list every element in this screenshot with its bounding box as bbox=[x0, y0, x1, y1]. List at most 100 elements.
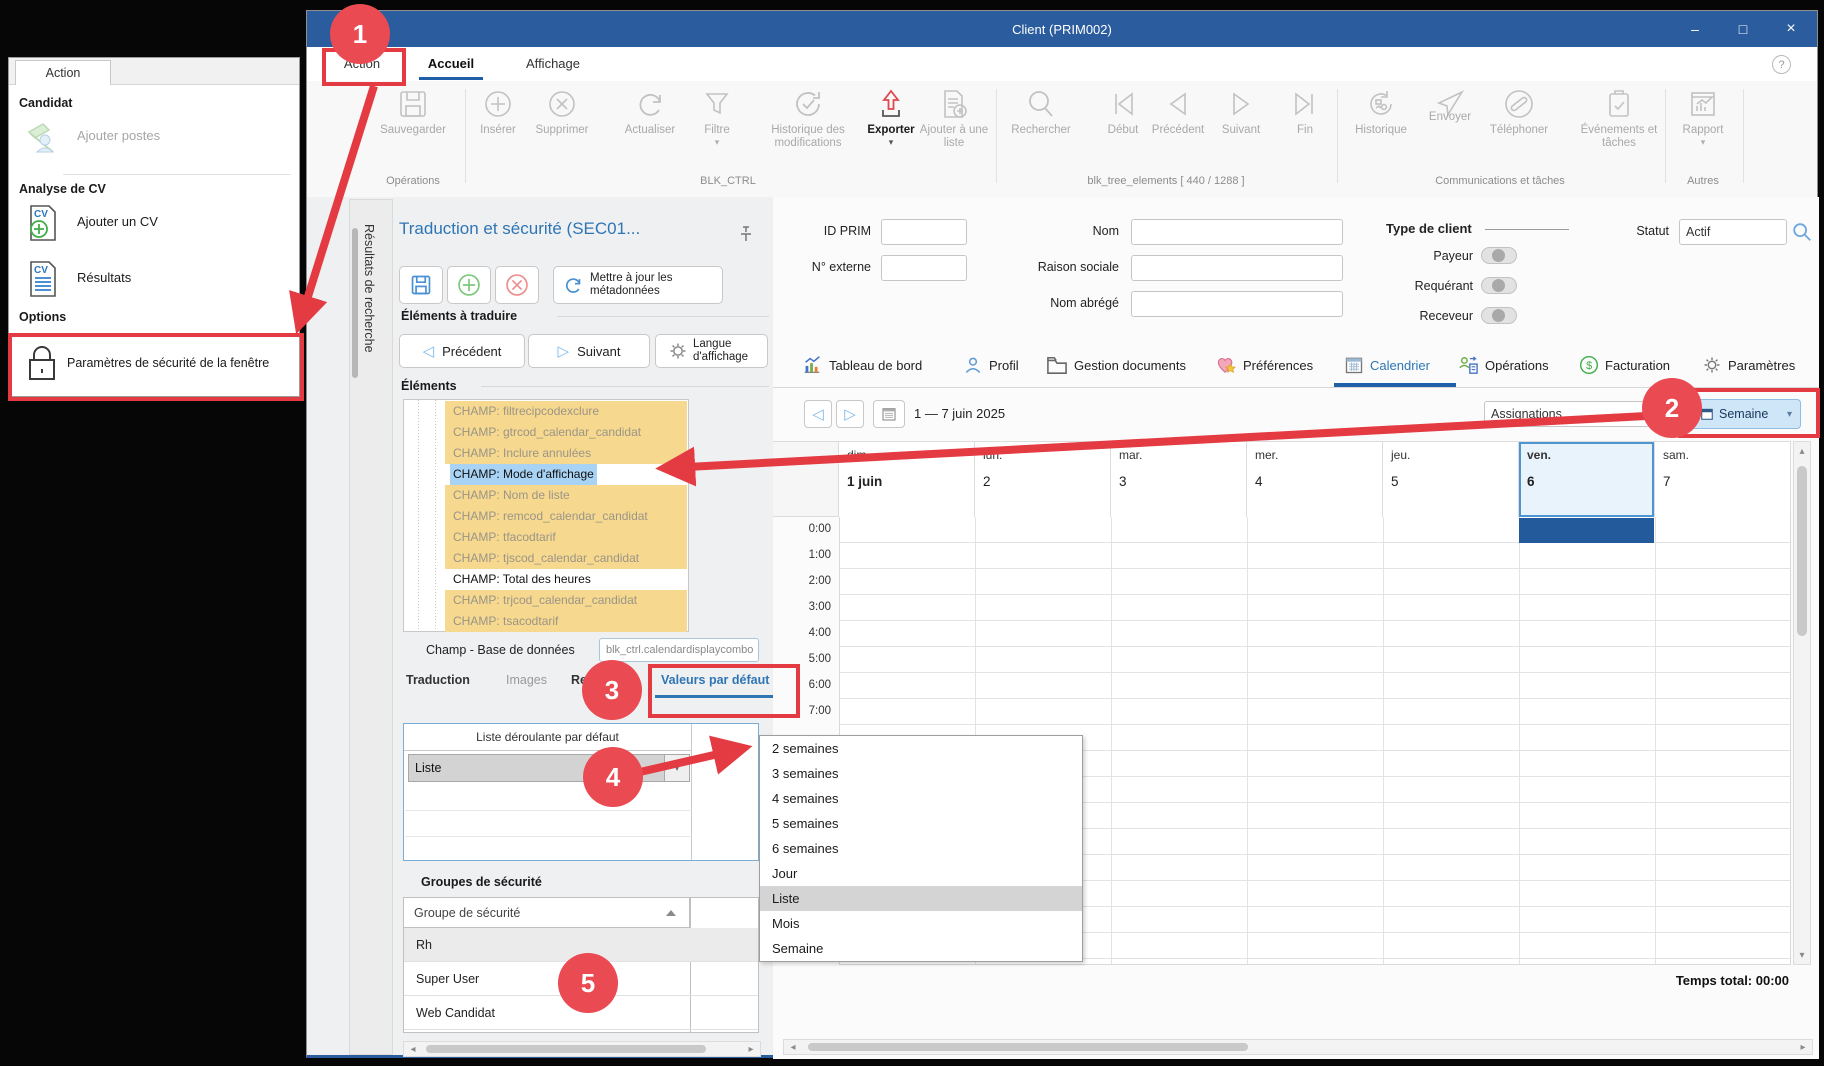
day-header[interactable]: mar.3 bbox=[1111, 441, 1247, 517]
requerant-toggle[interactable] bbox=[1481, 277, 1517, 294]
externe-input[interactable] bbox=[881, 255, 967, 281]
tree-item[interactable]: CHAMP: tjscod_calendar_candidat bbox=[405, 548, 687, 569]
dropdown-option[interactable]: Semaine bbox=[760, 936, 1082, 961]
scrollbar-thumb[interactable] bbox=[426, 1045, 706, 1053]
day-header[interactable]: mer.4 bbox=[1247, 441, 1383, 517]
ribbon-sauvegarder-button[interactable]: Sauvegarder bbox=[373, 87, 453, 169]
ribbon-historique-modifications-button[interactable]: Historique des modifications bbox=[757, 87, 859, 169]
raison-input[interactable] bbox=[1131, 255, 1343, 281]
scroll-down-icon[interactable]: ▾ bbox=[1794, 946, 1810, 964]
tab-parametres[interactable]: Paramètres bbox=[1702, 347, 1795, 383]
action-panel-tab[interactable]: Action bbox=[15, 60, 111, 85]
elements-tree[interactable]: CHAMP: filtrecipcodexclure CHAMP: gtrcod… bbox=[403, 399, 689, 632]
tab-preferences[interactable]: Préférences bbox=[1215, 347, 1313, 383]
field-db-input[interactable]: blk_ctrl.calendardisplaycombo bbox=[599, 638, 759, 662]
default-list-combobox[interactable]: Liste ▾ bbox=[408, 754, 690, 782]
dropdown-option[interactable]: Jour bbox=[760, 861, 1082, 886]
scroll-right-icon[interactable]: ▸ bbox=[742, 1042, 760, 1056]
scroll-up-icon[interactable]: ▴ bbox=[1794, 442, 1810, 460]
tab-gestion-documents[interactable]: Gestion documents bbox=[1046, 347, 1186, 383]
nom-input[interactable] bbox=[1131, 219, 1343, 245]
ribbon-suivant-button[interactable]: Suivant bbox=[1211, 87, 1271, 169]
dropdown-option[interactable]: 4 semaines bbox=[760, 786, 1082, 811]
tab-calendrier[interactable]: Calendrier bbox=[1344, 347, 1430, 383]
scroll-left-icon[interactable]: ◂ bbox=[404, 1042, 422, 1056]
ribbon-actualiser-button[interactable]: Actualiser bbox=[615, 87, 685, 169]
calendar-datepicker-button[interactable] bbox=[873, 400, 905, 428]
day-header[interactable]: dim.1 juin bbox=[839, 441, 975, 517]
scroll-left-icon[interactable]: ◂ bbox=[784, 1040, 802, 1054]
tab-facturation[interactable]: $ Facturation bbox=[1579, 347, 1670, 383]
calendar-next-button[interactable]: ▷ bbox=[836, 400, 864, 428]
ribbon-envoyer-button[interactable]: Envoyer bbox=[1419, 87, 1481, 169]
close-button[interactable]: × bbox=[1769, 11, 1813, 47]
tab-affichage[interactable]: Affichage bbox=[513, 47, 593, 80]
day-header[interactable]: lun.2 bbox=[975, 441, 1111, 517]
tree-item[interactable]: CHAMP: Total des heures bbox=[405, 569, 687, 590]
groups-column-header[interactable]: Groupe de sécurité bbox=[404, 898, 690, 928]
ribbon-precedent-button[interactable]: Précédent bbox=[1143, 87, 1213, 169]
scroll-right-icon[interactable]: ▸ bbox=[1794, 1040, 1812, 1054]
ribbon-inserer-button[interactable]: Insérer bbox=[468, 87, 528, 169]
tree-item[interactable]: CHAMP: filtrecipcodexclure bbox=[405, 401, 687, 422]
dropdown-option[interactable]: 5 semaines bbox=[760, 811, 1082, 836]
day-header[interactable]: sam.7 bbox=[1655, 441, 1791, 517]
menu-item-ajouter-postes[interactable]: Ajouter postes bbox=[21, 116, 291, 158]
pin-icon[interactable] bbox=[738, 225, 754, 243]
ribbon-debut-button[interactable]: Début bbox=[1098, 87, 1148, 169]
abrege-input[interactable] bbox=[1131, 291, 1343, 317]
calendar-vertical-scrollbar[interactable]: ▴ ▾ bbox=[1793, 441, 1811, 965]
view-mode-dropdown[interactable]: Semaine ▾ bbox=[1691, 399, 1801, 429]
calendar-horizontal-scrollbar[interactable]: ◂ ▸ bbox=[783, 1039, 1813, 1055]
statut-input[interactable]: Actif bbox=[1679, 219, 1787, 245]
tab-accueil[interactable]: Accueil bbox=[415, 47, 487, 80]
tree-item[interactable]: CHAMP: tfacodtarif bbox=[405, 527, 687, 548]
tab-images[interactable]: Images bbox=[506, 673, 547, 687]
tab-traduction[interactable]: Traduction bbox=[406, 673, 470, 687]
dropdown-option[interactable]: Mois bbox=[760, 911, 1082, 936]
menu-item-resultats[interactable]: CV Résultats bbox=[21, 258, 291, 300]
ribbon-fin-button[interactable]: Fin bbox=[1284, 87, 1326, 169]
menu-item-parametres-securite[interactable]: Paramètres de sécurité de la fenêtre bbox=[13, 338, 295, 392]
tree-item[interactable]: CHAMP: gtrcod_calendar_candidat bbox=[405, 422, 687, 443]
tree-item-selected[interactable]: CHAMP: Mode d'affichage bbox=[405, 464, 687, 485]
assignations-filter[interactable]: Assignations bbox=[1484, 401, 1650, 427]
tab-tableau-de-bord[interactable]: Tableau de bord bbox=[801, 347, 922, 383]
payeur-toggle[interactable] bbox=[1481, 247, 1517, 264]
tree-item[interactable]: CHAMP: Nom de liste bbox=[405, 485, 687, 506]
selected-time-slot[interactable] bbox=[1519, 518, 1654, 543]
ribbon-rapport-button[interactable]: Rapport ▾ bbox=[1673, 87, 1733, 169]
scrollbar-thumb[interactable] bbox=[808, 1043, 1248, 1051]
scrollbar-thumb[interactable] bbox=[1797, 466, 1807, 636]
tab-operations[interactable]: Opérations bbox=[1457, 347, 1549, 383]
ribbon-evenements-button[interactable]: Événements et tâches bbox=[1576, 87, 1662, 169]
statut-search-icon[interactable] bbox=[1791, 221, 1813, 243]
titlebar[interactable]: Client (PRIM002) – □ × bbox=[307, 11, 1817, 47]
dropdown-option[interactable]: 2 semaines bbox=[760, 736, 1082, 761]
tree-item[interactable]: CHAMP: trjcod_calendar_candidat bbox=[405, 590, 687, 611]
menu-item-ajouter-cv[interactable]: CV Ajouter un CV bbox=[21, 202, 291, 244]
dropdown-option-selected[interactable]: Liste bbox=[760, 886, 1082, 911]
pane-delete-button[interactable] bbox=[495, 266, 539, 304]
ribbon-filtre-button[interactable]: Filtre ▾ bbox=[692, 87, 742, 169]
pane-add-button[interactable] bbox=[447, 266, 491, 304]
maximize-button[interactable]: □ bbox=[1721, 11, 1765, 47]
receveur-toggle[interactable] bbox=[1481, 307, 1517, 324]
ribbon-ajouter-liste-button[interactable]: Ajouter à une liste bbox=[919, 87, 989, 169]
dropdown-option[interactable]: 3 semaines bbox=[760, 761, 1082, 786]
help-icon[interactable]: ? bbox=[1772, 55, 1791, 74]
search-results-strip[interactable]: Résultats de recherche bbox=[349, 199, 393, 1055]
day-header[interactable]: jeu.5 bbox=[1383, 441, 1519, 517]
strip-handle[interactable] bbox=[352, 228, 358, 378]
pane-suivant-button[interactable]: ▷ Suivant bbox=[528, 334, 650, 368]
ribbon-historique-button[interactable]: Historique bbox=[1341, 87, 1421, 169]
display-language-button[interactable]: Langue d'affichage bbox=[655, 334, 768, 368]
id-prim-input[interactable] bbox=[881, 219, 967, 245]
tab-valeurs-par-defaut[interactable]: Valeurs par défaut bbox=[661, 673, 769, 687]
ribbon-exporter-button[interactable]: Exporter ▾ bbox=[860, 87, 922, 169]
day-header-today[interactable]: ven.6 bbox=[1519, 441, 1655, 517]
pane-precedent-button[interactable]: ◁ Précédent bbox=[399, 334, 525, 368]
ribbon-telephoner-button[interactable]: Téléphoner bbox=[1479, 87, 1559, 169]
tree-item[interactable]: CHAMP: remcod_calendar_candidat bbox=[405, 506, 687, 527]
ribbon-supprimer-button[interactable]: Supprimer bbox=[526, 87, 598, 169]
